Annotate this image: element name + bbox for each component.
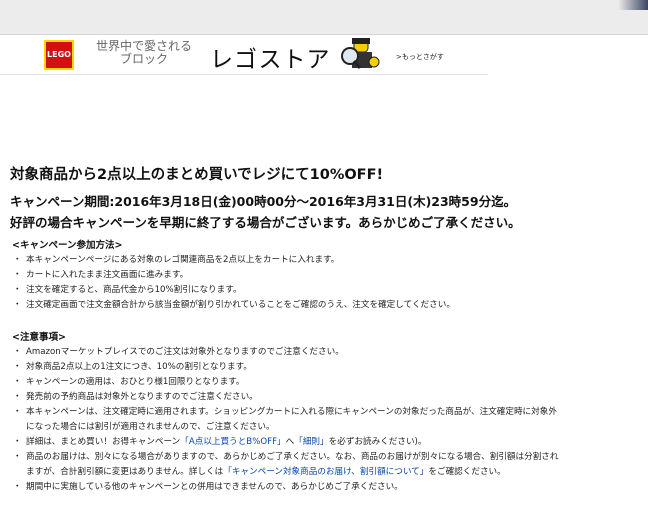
campaign-headline: 対象商品から2点以上のまとめ買いでレジにて10%OFF! [10, 167, 384, 183]
store-name: レゴストア [210, 47, 331, 73]
list-item: 詳細は、まとめ買い！お得キャンペーン「A点以上買うとB%OFF」へ「細則」を必ず… [13, 435, 646, 450]
lego-store-banner[interactable]: LEGO 世界中で愛される ブロック レゴストア >もっとさがす [0, 36, 488, 75]
note-text: を必ずお読みください)。 [328, 437, 427, 447]
note-text: をご確認ください。 [428, 467, 506, 477]
note-text-cont: ますが、合計割引額に変更はありません。詳しくは「キャンペーン対象商品のお届け、割… [26, 465, 646, 480]
list-item: カートに入れたまま注文画面に進みます。 [13, 268, 646, 283]
a-b-off-link[interactable]: 「A点以上買うとB%OFF」 [180, 437, 285, 447]
lego-logo[interactable]: LEGO [44, 40, 74, 70]
top-bar-edge [618, 0, 648, 10]
campaign-period: キャンペーン期間:2016年3月18日(金)00時00分～2016年3月31日(… [10, 194, 517, 209]
list-item: 商品のお届けは、別々になる場合がありますので、あらかじめご了承ください。なお、商… [13, 450, 646, 480]
notes-list: Amazonマーケットプレイスでのご注文は対象外となりますのでご注意ください。 … [10, 345, 646, 495]
browser-top-bar [0, 0, 648, 35]
banner-tagline: 世界中で愛される ブロック [84, 40, 204, 66]
note-text: 詳細は、まとめ買い！お得キャンペーン [26, 437, 181, 447]
list-item: 対象商品2点以上の1注文につき、10%の割引となります。 [13, 360, 646, 375]
list-item: 注文を確定すると、商品代金から10%割引になります。 [13, 283, 646, 298]
note-text: 商品のお届けは、別々になる場合がありますので、あらかじめご了承ください。なお、商… [26, 452, 559, 462]
list-item: Amazonマーケットプレイスでのご注文は対象外となりますのでご注意ください。 [13, 345, 646, 360]
list-item: 期間中に実施している他のキャンペーンとの併用はできませんので、あらかじめご了承く… [13, 480, 646, 495]
more-search-link[interactable]: >もっとさがす [396, 52, 444, 62]
how-to-title: <キャンペーン参加方法> [12, 240, 123, 251]
rules-link[interactable]: 「細則」 [294, 437, 328, 447]
list-item: 発売前の予約商品は対象外となりますのでご注意ください。 [13, 390, 646, 405]
list-item: キャンペーンの適用は、おひとり様1回限りとなります。 [13, 375, 646, 390]
note-text: ますが、合計割引額に変更はありません。詳しくは [26, 467, 224, 477]
list-item: 本キャンペーンページにある対象のレゴ関連商品を2点以上をカートに入れます。 [13, 253, 646, 268]
how-to-list: 本キャンペーンページにある対象のレゴ関連商品を2点以上をカートに入れます。 カー… [10, 253, 646, 313]
list-item: 注文確定画面で注文金額合計から該当金額が割り引かれていることをご確認のうえ、注文… [13, 298, 646, 313]
note-text: へ [285, 437, 295, 447]
list-item: 本キャンペーンは、注文確定時に適用されます。ショッピングカートに入れる際にキャン… [13, 405, 646, 435]
note-text: 本キャンペーンは、注文確定時に適用されます。ショッピングカートに入れる際にキャン… [26, 407, 557, 417]
tagline-line2: ブロック [119, 52, 168, 66]
campaign-content: 対象商品から2点以上のまとめ買いでレジにて10%OFF! キャンペーン期間:20… [10, 163, 646, 495]
early-end-notice: 好評の場合キャンペーンを早期に終了する場合がございます。あらかじめご了承ください… [10, 215, 521, 230]
minifigure-magnifier-icon [341, 38, 380, 69]
note-text-cont: になった場合には割引が適用されませんので、ご注意ください。 [26, 422, 275, 432]
delivery-discount-link[interactable]: 「キャンペーン対象商品のお届け、割引額について」 [223, 467, 428, 477]
notes-title: <注意事項> [12, 332, 66, 343]
